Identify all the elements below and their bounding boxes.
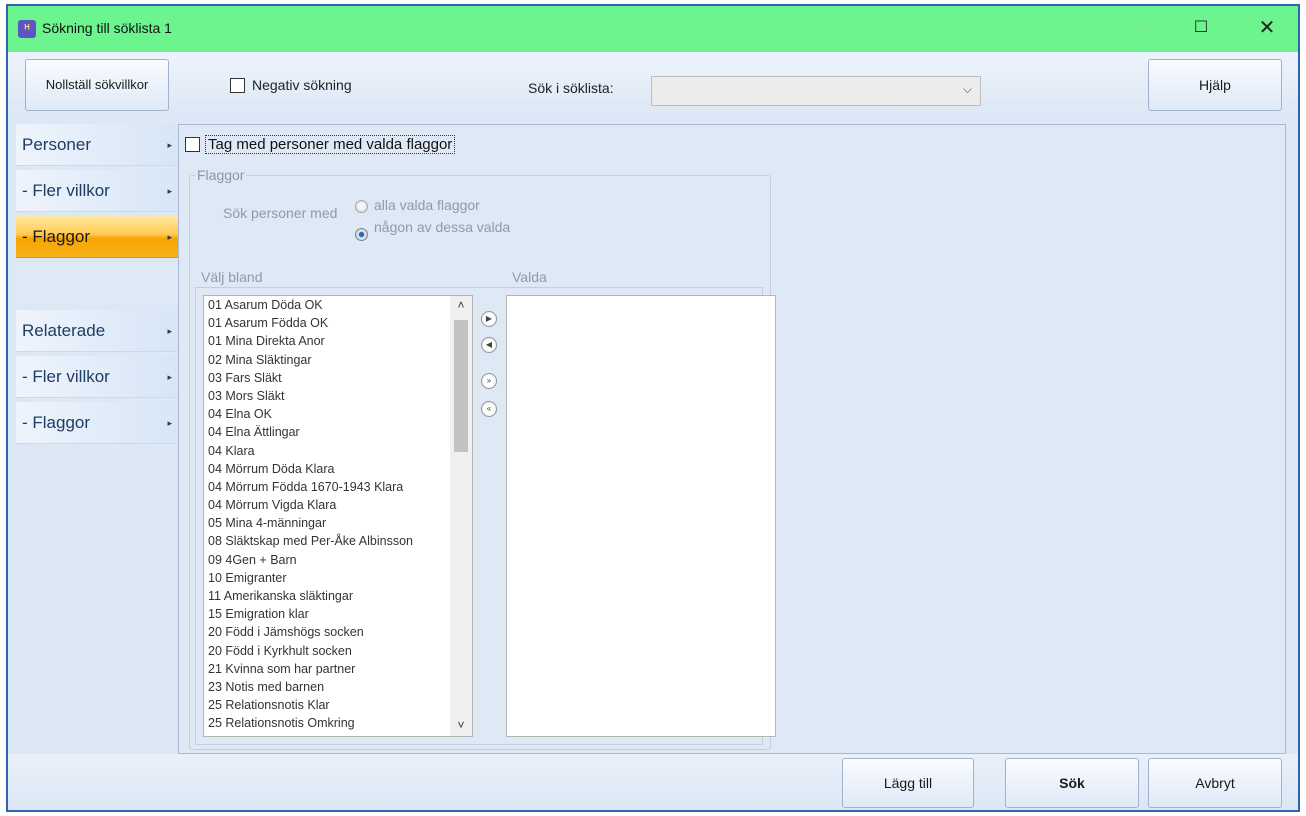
window-title: Sökning till söklista 1 <box>42 20 172 36</box>
option-all-flags[interactable]: alla valda flaggor <box>355 197 480 213</box>
list-item[interactable]: 04 Mörrum Döda Klara <box>204 460 472 478</box>
list-item[interactable]: 25 Relationsnotis Klar <box>204 696 472 714</box>
list-item[interactable]: 25 Relationsnotis Omkring <box>204 714 472 732</box>
nav-item-related-flags[interactable]: - Flaggor ▸ <box>16 402 180 444</box>
option-all-flags-label: alla valda flaggor <box>374 197 480 213</box>
option-any-flags[interactable]: någon av dessa valda <box>355 219 511 241</box>
nav-item-label: - Flaggor <box>22 227 91 246</box>
nav-item-related-more-criteria[interactable]: - Fler villkor ▸ <box>16 356 180 398</box>
arrow-right-icon: ▸ <box>167 372 172 382</box>
option-any-flags-label: någon av dessa valda <box>374 219 511 235</box>
toolbar: Nollställ sökvillkor Negativ sökning Sök… <box>8 52 1298 120</box>
bottom-bar: Lägg till Sök Avbryt <box>8 754 1298 810</box>
criteria-nav: Personer ▸ - Fler villkor ▸ - Flaggor ▸ … <box>16 124 180 754</box>
search-list-dropdown[interactable]: ⌵ <box>651 76 981 106</box>
negative-search-checkbox[interactable] <box>230 78 245 93</box>
move-all-right-icon[interactable]: » <box>481 373 497 389</box>
list-item[interactable]: 04 Elna Ättlingar <box>204 423 472 441</box>
add-button[interactable]: Lägg till <box>842 758 974 808</box>
list-item[interactable]: 15 Emigration klar <box>204 605 472 623</box>
list-item[interactable]: 04 Mörrum Födda 1670-1943 Klara <box>204 478 472 496</box>
move-right-icon[interactable]: ▶ <box>481 311 497 327</box>
arrow-right-icon: ▸ <box>167 232 172 242</box>
available-flags-list[interactable]: 01 Asarum Döda OK 01 Asarum Födda OK 01 Mi… <box>203 295 473 737</box>
reset-criteria-button[interactable]: Nollställ sökvillkor <box>25 59 169 111</box>
search-persons-label: Sök personer med <box>223 205 338 221</box>
list-item[interactable]: 01 Mina Direkta Anor <box>204 332 472 350</box>
scroll-up-icon[interactable]: ˄ <box>450 298 472 312</box>
nav-item-persons-flags[interactable]: - Flaggor ▸ <box>16 216 180 258</box>
list-item[interactable]: 04 Mörrum Vigda Klara <box>204 496 472 514</box>
arrow-right-icon: ▸ <box>167 326 172 336</box>
close-button[interactable]: ✕ <box>1244 6 1290 52</box>
flags-group-title: Flaggor <box>195 167 247 183</box>
nav-item-label: Relaterade <box>22 321 106 340</box>
search-dialog: ᴴ Sökning till söklista 1 — ☐ ✕ Nollstäl… <box>6 4 1300 812</box>
minimize-button[interactable]: — <box>1116 6 1162 52</box>
list-item[interactable]: 08 Släktskap med Per-Åke Albinsson <box>204 532 472 550</box>
list-item[interactable]: 21 Kvinna som har partner <box>204 660 472 678</box>
arrow-right-icon: ▸ <box>167 418 172 428</box>
list-item[interactable]: 04 Elna OK <box>204 405 472 423</box>
list-item[interactable]: 01 Asarum Döda OK <box>204 296 472 314</box>
move-all-left-icon[interactable]: « <box>481 401 497 417</box>
list-item[interactable]: 11 Amerikanska släktingar <box>204 587 472 605</box>
help-button[interactable]: Hjälp <box>1148 59 1282 111</box>
available-flags-scrollbar[interactable]: ˄ ˅ <box>450 296 472 736</box>
choose-from-label: Välj bland <box>201 269 263 285</box>
list-item[interactable]: 03 Fars Släkt <box>204 369 472 387</box>
list-item[interactable]: 20 Född i Kyrkhult socken <box>204 642 472 660</box>
list-item[interactable]: 23 Notis med barnen <box>204 678 472 696</box>
selected-label: Valda <box>512 269 547 285</box>
nav-item-label: - Fler villkor <box>22 367 110 386</box>
list-item[interactable]: 05 Mina 4-männingar <box>204 514 472 532</box>
radio-any-flags[interactable] <box>355 227 368 241</box>
list-item[interactable]: 20 Född i Jämshögs socken <box>204 623 472 641</box>
nav-item-label: - Fler villkor <box>22 181 110 200</box>
maximize-button[interactable]: ☐ <box>1178 6 1224 52</box>
list-item[interactable]: 04 Klara <box>204 442 472 460</box>
radio-all-flags[interactable] <box>355 199 368 213</box>
scroll-thumb[interactable] <box>454 320 468 452</box>
list-item[interactable]: 10 Emigranter <box>204 569 472 587</box>
nav-item-label: - Flaggor <box>22 413 91 432</box>
move-left-icon[interactable]: ◀ <box>481 337 497 353</box>
include-flagged-checkbox[interactable] <box>185 137 200 152</box>
flags-panel: Tag med personer med valda flaggor Flagg… <box>178 124 1286 754</box>
nav-item-related[interactable]: Relaterade ▸ <box>16 310 180 352</box>
cancel-button[interactable]: Avbryt <box>1148 758 1282 808</box>
include-flagged-label: Tag med personer med valda flaggor <box>205 135 456 154</box>
arrow-right-icon: ▸ <box>167 186 172 196</box>
chevron-down-icon: ⌵ <box>962 82 972 96</box>
list-item[interactable]: 01 Asarum Födda OK <box>204 314 472 332</box>
nav-item-label: Personer <box>22 135 91 154</box>
nav-item-persons-more-criteria[interactable]: - Fler villkor ▸ <box>16 170 180 212</box>
selected-flags-list[interactable] <box>506 295 776 737</box>
list-item[interactable]: 03 Mors Släkt <box>204 387 472 405</box>
title-bar: ᴴ Sökning till söklista 1 — ☐ ✕ <box>8 6 1298 52</box>
app-icon: ᴴ <box>18 20 36 38</box>
negative-search-label: Negativ sökning <box>252 77 352 93</box>
list-item[interactable]: 02 Mina Släktingar <box>204 351 472 369</box>
nav-spacer <box>16 262 180 304</box>
nav-item-persons[interactable]: Personer ▸ <box>16 124 180 166</box>
list-item[interactable]: 09 4Gen + Barn <box>204 551 472 569</box>
scroll-down-icon[interactable]: ˅ <box>450 718 472 732</box>
search-button[interactable]: Sök <box>1005 758 1139 808</box>
search-in-list-label: Sök i söklista: <box>528 80 614 96</box>
arrow-right-icon: ▸ <box>167 140 172 150</box>
